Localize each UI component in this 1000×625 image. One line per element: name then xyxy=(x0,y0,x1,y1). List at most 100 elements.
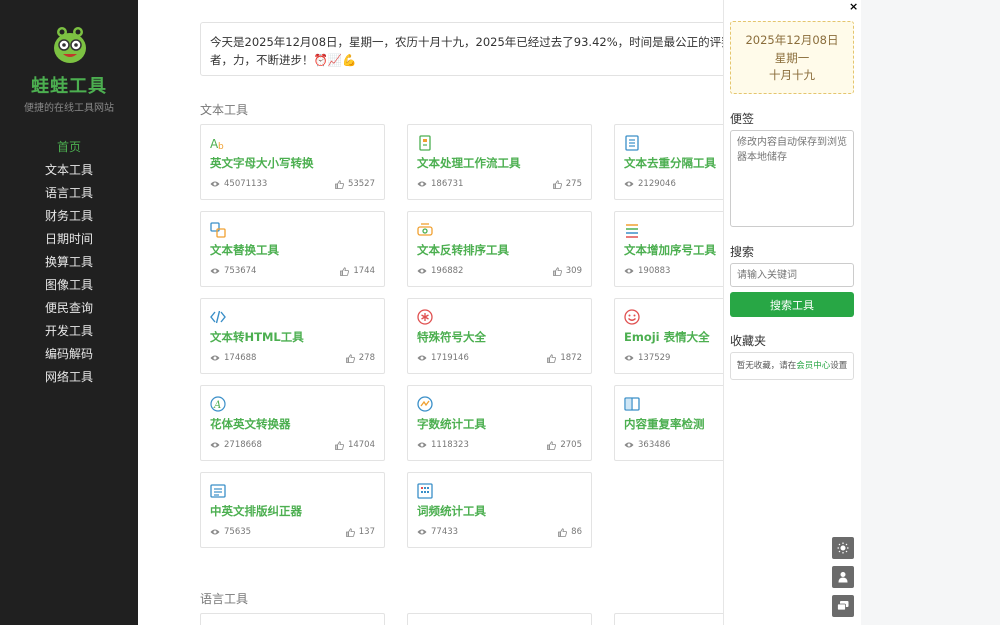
like-count[interactable]: 14704 xyxy=(335,440,375,450)
memo-textarea[interactable] xyxy=(730,130,854,227)
like-count-value: 1744 xyxy=(353,266,375,276)
tool-card-title[interactable]: 文本反转排序工具 xyxy=(417,242,509,258)
like-count[interactable]: 53527 xyxy=(335,179,375,189)
tool-card-title[interactable]: 文本替换工具 xyxy=(210,242,279,258)
section-title-text-tools: 文本工具 xyxy=(200,103,249,117)
tool-card[interactable]: 文本替换工具 753674 1744 xyxy=(200,211,385,287)
member-center-link[interactable]: 会员中心 xyxy=(796,361,830,371)
tool-card-title[interactable]: 文本转HTML工具 xyxy=(210,329,304,345)
view-count-value: 186731 xyxy=(431,179,464,189)
view-count-value: 2129046 xyxy=(638,179,676,189)
tool-card-title[interactable]: Emoji 表情大全 xyxy=(624,329,710,345)
eye-icon xyxy=(417,529,427,535)
like-count[interactable]: 1744 xyxy=(340,266,375,276)
search-button[interactable]: 搜索工具 xyxy=(730,292,854,317)
tool-card[interactable]: 特殊符号大全 1719146 1872 xyxy=(407,298,592,374)
like-count[interactable]: 278 xyxy=(345,353,375,363)
like-count-value: 86 xyxy=(571,527,582,537)
weekday-text: 星期一 xyxy=(774,50,810,65)
tool-card-title[interactable]: 英文字母大小写转换 xyxy=(210,155,314,171)
tool-card[interactable]: A 花体英文转换器 2718668 14704 xyxy=(200,385,385,461)
like-count[interactable]: 137 xyxy=(345,527,375,537)
like-count-value: 14704 xyxy=(347,440,375,450)
tool-card[interactable]: Ab 英文字母大小写转换 45071133 53527 xyxy=(200,124,385,200)
tool-card[interactable]: 文本处理工作流工具 186731 275 xyxy=(407,124,592,200)
search-input[interactable] xyxy=(730,263,854,287)
like-count[interactable]: 86 xyxy=(558,527,582,537)
tool-card-title[interactable]: 字数统计工具 xyxy=(417,416,486,432)
svg-text:A: A xyxy=(213,400,221,411)
eye-icon xyxy=(417,268,427,274)
tool-card-title[interactable]: 文本去重分隔工具 xyxy=(624,155,716,171)
tool-card-title[interactable]: 中英文排版纠正器 xyxy=(210,503,302,519)
thumbs-up-icon xyxy=(547,440,557,450)
theme-toggle-button[interactable] xyxy=(832,537,854,559)
tool-card[interactable]: 内容重复率检测 363486 xyxy=(614,385,723,461)
sidebar-item-lookup[interactable]: 便民查询 xyxy=(0,298,138,321)
view-count: 1118323 xyxy=(417,440,469,450)
tool-card-title[interactable]: 文本增加序号工具 xyxy=(624,242,716,258)
like-count-value: 275 xyxy=(565,179,582,189)
tool-card[interactable]: 文本转HTML工具 174688 278 xyxy=(200,298,385,374)
sidebar-item-finance-tools[interactable]: 财务工具 xyxy=(0,206,138,229)
document-list-icon xyxy=(625,135,639,151)
memo-label: 便签 xyxy=(730,112,755,126)
sidebar-item-conversion-tools[interactable]: 换算工具 xyxy=(0,252,138,275)
favorites-settings-text: 设置 xyxy=(830,361,848,371)
tool-card-title[interactable]: 特殊符号大全 xyxy=(417,329,486,345)
like-count[interactable]: 275 xyxy=(552,179,582,189)
view-count: 75635 xyxy=(210,527,251,537)
like-count[interactable]: 2705 xyxy=(547,440,582,450)
sidebar-item-network-tools[interactable]: 网络工具 xyxy=(0,367,138,390)
thumbs-up-icon xyxy=(552,266,562,276)
tool-card[interactable] xyxy=(407,613,592,625)
asterisk-icon xyxy=(417,309,433,325)
tool-card[interactable]: 字数统计工具 1118323 2705 xyxy=(407,385,592,461)
like-count-value: 278 xyxy=(358,353,375,363)
favorites-label: 收藏夹 xyxy=(730,334,767,348)
sidebar-item-image-tools[interactable]: 图像工具 xyxy=(0,275,138,298)
grid-stats-icon xyxy=(417,483,433,499)
view-count-value: 1719146 xyxy=(431,353,469,363)
tool-card[interactable] xyxy=(200,613,385,625)
compare-icon xyxy=(624,397,640,411)
view-count: 753674 xyxy=(210,266,256,276)
close-panel-button[interactable]: × xyxy=(849,0,858,13)
user-button[interactable] xyxy=(832,566,854,588)
tool-card[interactable]: 中英文排版纠正器 75635 137 xyxy=(200,472,385,548)
sidebar-item-home[interactable]: 首页 xyxy=(0,137,138,160)
sidebar: 蛙蛙工具 便捷的在线工具网站 首页 文本工具 语言工具 财务工具 日期时间 换算… xyxy=(0,0,138,625)
tool-card[interactable]: 文本去重分隔工具 2129046 xyxy=(614,124,723,200)
tool-card[interactable]: 词频统计工具 77433 86 xyxy=(407,472,592,548)
tool-card[interactable]: 文本增加序号工具 190883 xyxy=(614,211,723,287)
tool-card-title[interactable]: 文本处理工作流工具 xyxy=(417,155,521,171)
search-label: 搜索 xyxy=(730,245,755,259)
view-count: 190883 xyxy=(624,266,670,276)
daily-notice: 今天是2025年12月08日，星期一，农历十月十九，2025年已经过去了93.4… xyxy=(200,22,723,76)
sidebar-item-encoding[interactable]: 编码解码 xyxy=(0,344,138,367)
like-count-value: 137 xyxy=(358,527,375,537)
tool-card[interactable] xyxy=(614,613,723,625)
sun-icon xyxy=(837,542,849,554)
tool-card[interactable]: 文本反转排序工具 196882 309 xyxy=(407,211,592,287)
feedback-button[interactable] xyxy=(832,595,854,617)
sidebar-item-date-time[interactable]: 日期时间 xyxy=(0,229,138,252)
tool-card-title[interactable]: 内容重复率检测 xyxy=(624,416,705,432)
tool-card[interactable]: Emoji 表情大全 137529 xyxy=(614,298,723,374)
like-count[interactable]: 1872 xyxy=(547,353,582,363)
numbered-list-icon xyxy=(626,224,638,238)
like-count-value: 1872 xyxy=(560,353,582,363)
like-count[interactable]: 309 xyxy=(552,266,582,276)
sidebar-item-language-tools[interactable]: 语言工具 xyxy=(0,183,138,206)
thumbs-up-icon xyxy=(552,179,562,189)
sidebar-item-dev-tools[interactable]: 开发工具 xyxy=(0,321,138,344)
sidebar-item-text-tools[interactable]: 文本工具 xyxy=(0,160,138,183)
view-count-value: 190883 xyxy=(638,266,671,276)
view-count-value: 77433 xyxy=(431,527,459,537)
thumbs-up-icon xyxy=(547,353,557,363)
view-count-value: 174688 xyxy=(224,353,257,363)
brand-name[interactable]: 蛙蛙工具 xyxy=(0,72,138,98)
frog-logo-icon[interactable] xyxy=(52,26,88,64)
tool-card-title[interactable]: 词频统计工具 xyxy=(417,503,486,519)
tool-card-title[interactable]: 花体英文转换器 xyxy=(210,416,291,432)
